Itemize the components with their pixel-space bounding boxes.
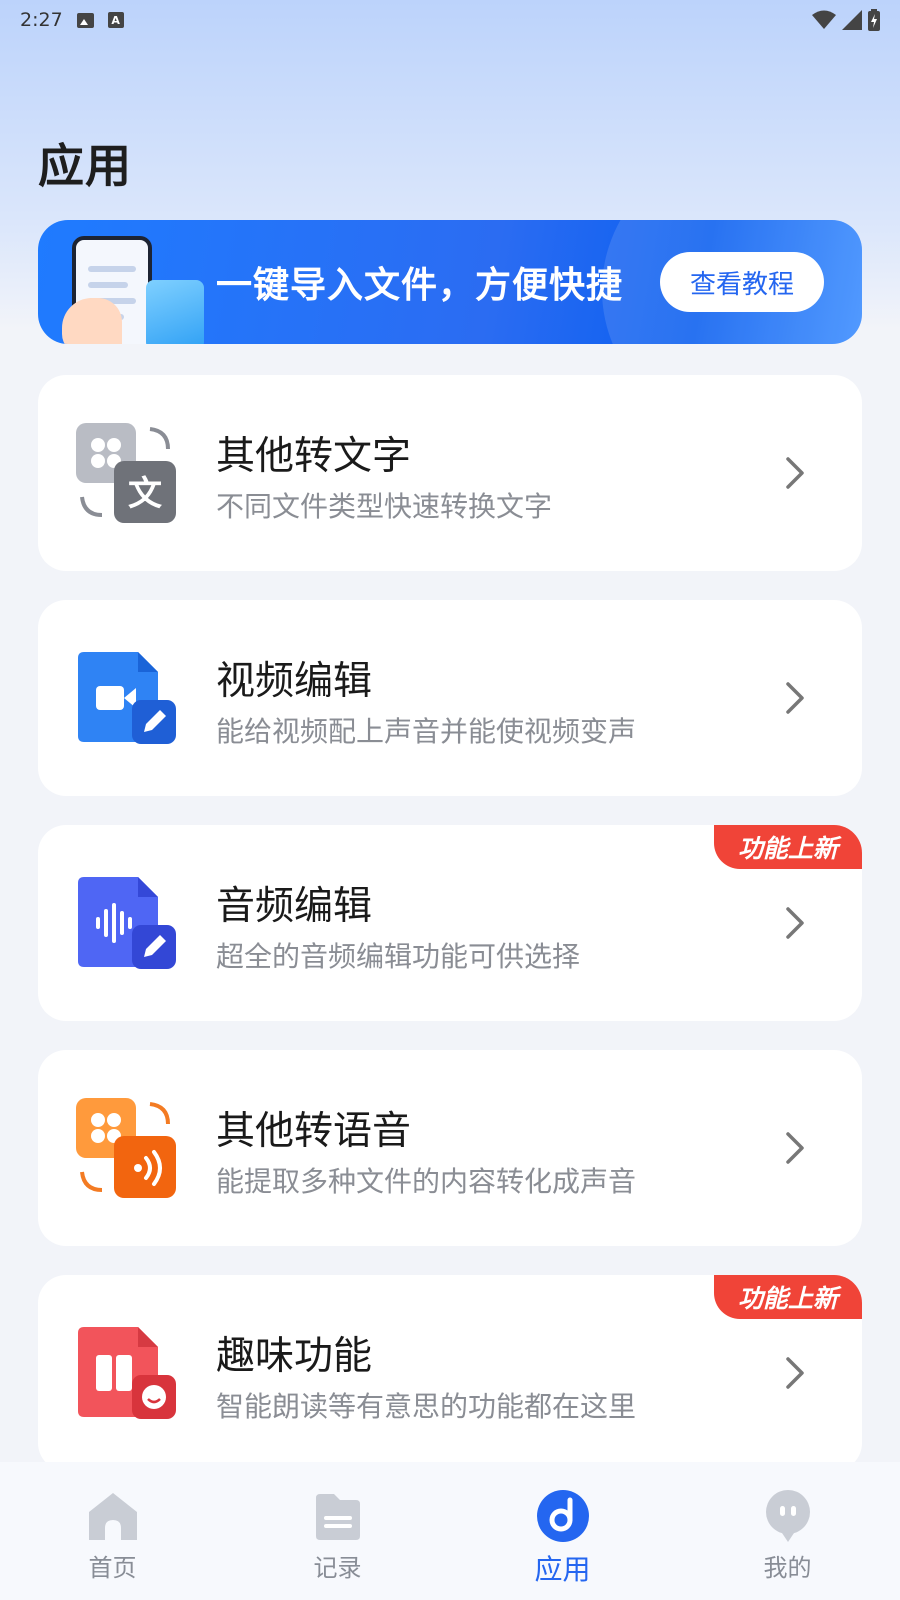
svg-text:文: 文 (128, 474, 162, 514)
new-feature-badge: 功能上新 (700, 1275, 862, 1319)
banner-text: 一键导入文件，方便快捷 (216, 265, 624, 306)
tab-label: 首页 (88, 1554, 137, 1582)
card-description: 能提取多种文件的内容转化成声音 (216, 1165, 637, 1198)
signal-icon (842, 10, 862, 30)
folder-illustration-icon (146, 280, 204, 344)
profile-icon (765, 1490, 810, 1542)
chevron-right-icon (786, 907, 804, 939)
a-icon: A (107, 12, 124, 28)
status-time: 2:27 (20, 9, 63, 31)
records-icon (315, 1494, 360, 1540)
wifi-icon (812, 10, 836, 29)
chevron-right-icon (786, 1132, 804, 1164)
tab-profile[interactable]: 我的 (675, 1462, 900, 1600)
chevron-right-icon (786, 682, 804, 714)
audio-edit-icon (78, 877, 176, 969)
tab-label: 我的 (763, 1554, 812, 1582)
card-description: 智能朗读等有意思的功能都在这里 (216, 1390, 637, 1423)
tab-apps[interactable]: 应用 (450, 1462, 675, 1600)
apps-icon (536, 1490, 589, 1542)
card-description: 能给视频配上声音并能使视频变声 (216, 715, 637, 748)
card-description: 不同文件类型快速转换文字 (216, 490, 553, 523)
tab-records[interactable]: 记录 (225, 1462, 450, 1600)
video-edit-icon (78, 652, 176, 744)
chevron-right-icon (786, 457, 804, 489)
fun-features-icon (78, 1327, 176, 1419)
home-icon (88, 1493, 137, 1540)
import-tutorial-banner[interactable]: 一键导入文件，方便快捷 查看教程 (38, 220, 862, 344)
chevron-right-icon (786, 1357, 804, 1389)
card-title: 音频编辑 (216, 884, 373, 929)
card-video-edit[interactable]: 视频编辑 能给视频配上声音并能使视频变声 (38, 600, 862, 796)
tab-label: 记录 (313, 1554, 362, 1582)
card-file-to-text[interactable]: 文 其他转文字 不同文件类型快速转换文字 (38, 375, 862, 571)
battery-icon (868, 9, 880, 31)
status-bar: 2:27 A (0, 0, 900, 40)
tab-home[interactable]: 首页 (0, 1462, 225, 1600)
card-audio-edit[interactable]: 音频编辑 超全的音频编辑功能可供选择 功能上新 (38, 825, 862, 1021)
view-tutorial-button[interactable]: 查看教程 (660, 252, 824, 312)
image-icon (76, 12, 94, 28)
card-fun-features[interactable]: 趣味功能 智能朗读等有意思的功能都在这里 功能上新 (38, 1275, 862, 1471)
card-title: 其他转语音 (216, 1109, 412, 1154)
tab-label: 应用 (534, 1553, 591, 1586)
bottom-tab-bar: 首页 记录 应用 我的 (0, 1462, 900, 1600)
card-title: 视频编辑 (216, 659, 373, 704)
file-to-text-icon: 文 (76, 423, 176, 523)
card-file-to-speech[interactable]: 其他转语音 能提取多种文件的内容转化成声音 (38, 1050, 862, 1246)
card-title: 其他转文字 (216, 434, 412, 479)
new-feature-badge: 功能上新 (700, 825, 862, 869)
page-title: 应用 (38, 139, 132, 193)
card-description: 超全的音频编辑功能可供选择 (216, 940, 581, 973)
file-to-speech-icon (76, 1098, 176, 1198)
hand-illustration-icon (62, 298, 122, 344)
card-title: 趣味功能 (216, 1334, 373, 1379)
